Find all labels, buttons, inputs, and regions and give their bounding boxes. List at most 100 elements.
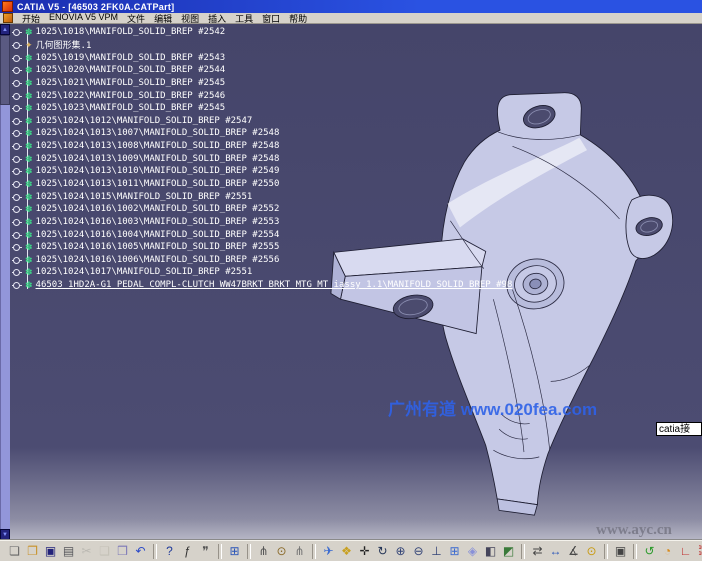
tree-expand-node[interactable] bbox=[12, 242, 22, 252]
undo-icon[interactable]: ↶ bbox=[133, 544, 148, 559]
lock-icon[interactable]: ⊙ bbox=[584, 544, 599, 559]
multi-view-icon[interactable]: ⊞ bbox=[447, 544, 462, 559]
tree-item[interactable]: 1025\1024\1013\1010\MANIFOLD_SOLID_BREP … bbox=[12, 165, 512, 178]
paste-icon[interactable]: ❒ bbox=[115, 544, 130, 559]
menu-item[interactable]: 文件 bbox=[127, 12, 145, 25]
tree-item-label[interactable]: 几何图形集.1 bbox=[36, 38, 92, 51]
refresh-icon[interactable]: ↺ bbox=[642, 544, 657, 559]
tree-item-label[interactable]: 1025\1024\1016\1003\MANIFOLD_SOLID_BREP … bbox=[36, 217, 280, 227]
tree-expand-node[interactable] bbox=[12, 65, 22, 75]
tree-item-label[interactable]: 1025\1021\MANIFOLD_SOLID_BREP #2545 bbox=[36, 78, 226, 88]
tree-item-label[interactable]: 46503 1HD2A-G1 PEDAL COMPL-CLUTCH WW47BR… bbox=[36, 280, 513, 290]
tree-expand-node[interactable] bbox=[12, 255, 22, 265]
fly-mode-icon[interactable]: ✈ bbox=[321, 544, 336, 559]
tree-expand-node[interactable] bbox=[12, 192, 22, 202]
menu-item[interactable]: 插入 bbox=[208, 12, 226, 25]
tree-item[interactable]: 1025\1018\MANIFOLD_SOLID_BREP #2542 bbox=[12, 26, 512, 39]
tree-item-label[interactable]: 1025\1024\1012\MANIFOLD_SOLID_BREP #2547 bbox=[36, 116, 253, 126]
tree-item-label[interactable]: 1025\1024\1017\MANIFOLD_SOLID_BREP #2551 bbox=[36, 267, 253, 277]
tree-item[interactable]: 1025\1024\1013\1008\MANIFOLD_SOLID_BREP … bbox=[12, 140, 512, 153]
menu-item[interactable]: 开始 bbox=[22, 12, 40, 25]
fx-icon[interactable]: ƒ bbox=[180, 544, 195, 559]
menu-item[interactable]: 窗口 bbox=[262, 12, 280, 25]
tree-item[interactable]: 1025\1023\MANIFOLD_SOLID_BREP #2545 bbox=[12, 102, 512, 115]
tree-item-label[interactable]: 1025\1022\MANIFOLD_SOLID_BREP #2546 bbox=[36, 91, 226, 101]
tree-item-label[interactable]: 1025\1024\1015\MANIFOLD_SOLID_BREP #2551 bbox=[36, 192, 253, 202]
tree-expand-node[interactable] bbox=[12, 179, 22, 189]
tree-expand-node[interactable] bbox=[12, 27, 22, 37]
menu-item[interactable]: ENOVIA V5 VPM bbox=[49, 12, 118, 25]
tree-expand-node[interactable] bbox=[12, 217, 22, 227]
pan-icon[interactable]: ✛ bbox=[357, 544, 372, 559]
tree-item[interactable]: 1025\1019\MANIFOLD_SOLID_BREP #2543 bbox=[12, 51, 512, 64]
tree-item[interactable]: 1025\1021\MANIFOLD_SOLID_BREP #2545 bbox=[12, 77, 512, 90]
tree-item-label[interactable]: 1025\1024\1013\1008\MANIFOLD_SOLID_BREP … bbox=[36, 141, 280, 151]
iso-view-icon[interactable]: ◈ bbox=[465, 544, 480, 559]
tree-expand-node[interactable] bbox=[12, 267, 22, 277]
open-folder-icon[interactable]: ❐ bbox=[25, 544, 40, 559]
tree-expand-node[interactable] bbox=[12, 128, 22, 138]
tree-item[interactable]: 46503 1HD2A-G1 PEDAL COMPL-CLUTCH WW47BR… bbox=[12, 279, 512, 292]
tree-expand-node[interactable] bbox=[12, 204, 22, 214]
tree-item-label[interactable]: 1025\1020\MANIFOLD_SOLID_BREP #2544 bbox=[36, 65, 226, 75]
tree-item[interactable]: 1025\1024\1016\1006\MANIFOLD_SOLID_BREP … bbox=[12, 254, 512, 267]
tree-expand-node[interactable] bbox=[12, 78, 22, 88]
tree-expand-node[interactable] bbox=[12, 116, 22, 126]
copy-icon[interactable]: ❑ bbox=[97, 544, 112, 559]
tree-item-label[interactable]: 1025\1019\MANIFOLD_SOLID_BREP #2543 bbox=[36, 53, 226, 63]
tree-item[interactable]: 1025\1024\1013\1009\MANIFOLD_SOLID_BREP … bbox=[12, 152, 512, 165]
axis-icon[interactable]: ∟ bbox=[678, 544, 693, 559]
tree-expand-node[interactable] bbox=[12, 103, 22, 113]
tree-expand-node[interactable] bbox=[12, 141, 22, 151]
tree-item[interactable]: 1025\1022\MANIFOLD_SOLID_BREP #2546 bbox=[12, 89, 512, 102]
table-icon[interactable]: ⊞ bbox=[227, 544, 242, 559]
scale-numbers-icon[interactable]: 10.1 10.0 bbox=[696, 544, 702, 559]
menu-item[interactable]: 编辑 bbox=[154, 12, 172, 25]
compass-icon[interactable]: ◔ bbox=[660, 544, 675, 559]
new-document-icon[interactable]: ❏ bbox=[7, 544, 22, 559]
document-menu-icon[interactable] bbox=[3, 13, 13, 23]
tree-expand-node[interactable] bbox=[12, 230, 22, 240]
tree-item-label[interactable]: 1025\1024\1013\1009\MANIFOLD_SOLID_BREP … bbox=[36, 154, 280, 164]
tree-item-label[interactable]: 1025\1024\1016\1006\MANIFOLD_SOLID_BREP … bbox=[36, 255, 280, 265]
zoom-in-icon[interactable]: ⊕ bbox=[393, 544, 408, 559]
tree-item-label[interactable]: 1025\1018\MANIFOLD_SOLID_BREP #2542 bbox=[36, 27, 226, 37]
measure-item-icon[interactable]: ∡ bbox=[566, 544, 581, 559]
padlock-icon[interactable]: ⊙ bbox=[274, 544, 289, 559]
tree-item[interactable]: 几何图形集.1 bbox=[12, 39, 512, 52]
specification-tree[interactable]: 1025\1018\MANIFOLD_SOLID_BREP #2542 几何图形… bbox=[12, 26, 512, 291]
scrollbar-down-arrow-icon[interactable]: ▼ bbox=[0, 529, 10, 540]
tree-item-label[interactable]: 1025\1024\1013\1011\MANIFOLD_SOLID_BREP … bbox=[36, 179, 280, 189]
scrollbar-track[interactable] bbox=[0, 105, 10, 529]
chat-icon[interactable]: ❞ bbox=[198, 544, 213, 559]
menu-item[interactable]: 工具 bbox=[235, 12, 253, 25]
tree-item-label[interactable]: 1025\1024\1016\1002\MANIFOLD_SOLID_BREP … bbox=[36, 204, 280, 214]
tree-item-label[interactable]: 1025\1024\1013\1007\MANIFOLD_SOLID_BREP … bbox=[36, 128, 280, 138]
save-icon[interactable]: ▣ bbox=[43, 544, 58, 559]
tree-item-label[interactable]: 1025\1023\MANIFOLD_SOLID_BREP #2545 bbox=[36, 103, 226, 113]
tree-expand-node[interactable] bbox=[12, 166, 22, 176]
swap-view-icon[interactable]: ⇄ bbox=[530, 544, 545, 559]
measure-icon[interactable]: ↔ bbox=[548, 544, 563, 559]
tree-item[interactable]: 1025\1020\MANIFOLD_SOLID_BREP #2544 bbox=[12, 64, 512, 77]
context-help-icon[interactable]: ? bbox=[162, 544, 177, 559]
tree-scrollbar[interactable]: ▲ ▼ bbox=[0, 24, 10, 540]
tree-item[interactable]: 1025\1024\1016\1005\MANIFOLD_SOLID_BREP … bbox=[12, 241, 512, 254]
menu-item[interactable]: 帮助 bbox=[289, 12, 307, 25]
fit-all-icon[interactable]: ❖ bbox=[339, 544, 354, 559]
scrollbar-up-arrow-icon[interactable]: ▲ bbox=[0, 24, 10, 35]
tree-item[interactable]: 1025\1024\1013\1011\MANIFOLD_SOLID_BREP … bbox=[12, 178, 512, 191]
tree-item-label[interactable]: 1025\1024\1016\1004\MANIFOLD_SOLID_BREP … bbox=[36, 230, 280, 240]
print-icon[interactable]: ▤ bbox=[61, 544, 76, 559]
tree-expand-node[interactable] bbox=[12, 154, 22, 164]
normal-view-icon[interactable]: ⊥ bbox=[429, 544, 444, 559]
tree-item[interactable]: 1025\1024\1012\MANIFOLD_SOLID_BREP #2547 bbox=[12, 114, 512, 127]
cut-icon[interactable]: ✂ bbox=[79, 544, 94, 559]
menu-item[interactable]: 视图 bbox=[181, 12, 199, 25]
tree-expand-node[interactable] bbox=[12, 40, 22, 50]
tree-item[interactable]: 1025\1024\1015\MANIFOLD_SOLID_BREP #2551 bbox=[12, 190, 512, 203]
tree-item[interactable]: 1025\1024\1017\MANIFOLD_SOLID_BREP #2551 bbox=[12, 266, 512, 279]
zoom-out-icon[interactable]: ⊖ bbox=[411, 544, 426, 559]
tree-expand-node[interactable] bbox=[12, 280, 22, 290]
tree-expand-node[interactable] bbox=[12, 91, 22, 101]
